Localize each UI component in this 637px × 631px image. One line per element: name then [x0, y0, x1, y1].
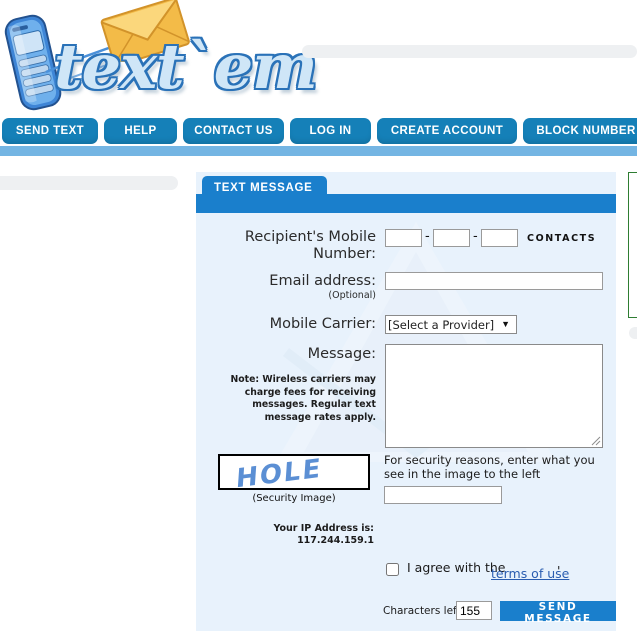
email-input[interactable] — [385, 272, 603, 290]
left-ad-placeholder — [0, 176, 178, 190]
security-instructions: For security reasons, enter what you see… — [384, 453, 595, 481]
nav-help[interactable]: HELP — [104, 118, 177, 144]
characters-left-label: Characters left — [383, 605, 461, 617]
right-ad-pill — [629, 327, 637, 339]
recipient-label: Recipient's Mobile Number: — [244, 229, 376, 262]
tab-text-message[interactable]: TEXT MESSAGE — [202, 176, 327, 199]
note-label: Note: — [230, 374, 260, 385]
contacts-link[interactable]: CONTACTS — [527, 233, 596, 244]
email-optional-label: (Optional) — [328, 290, 376, 301]
phone-line-input[interactable] — [481, 229, 518, 247]
top-ad-placeholder — [302, 45, 637, 58]
logo-wordmark: text`em — [54, 30, 318, 103]
carrier-select-wrapper: [Select a Provider] ▼ — [385, 315, 517, 334]
terms-agree-checkbox[interactable] — [386, 563, 399, 576]
note-body: Wireless carriers may charge fees for re… — [244, 374, 376, 423]
ip-address-value: 117.244.159.1 — [297, 535, 374, 546]
phone-prefix-input[interactable] — [433, 229, 470, 247]
nav-log-in[interactable]: LOG IN — [290, 118, 371, 144]
characters-left-input[interactable] — [456, 601, 492, 620]
carrier-select[interactable]: [Select a Provider] — [385, 315, 517, 334]
captcha-caption: (Security Image) — [252, 493, 336, 504]
phone-separator-1: - — [425, 229, 430, 244]
nav-divider-strip — [0, 146, 637, 156]
right-ad-box — [628, 172, 637, 318]
page-root: text`em SEND TEXT HELP CONTACT US LOG IN… — [0, 0, 637, 631]
terms-suffix: ' — [557, 563, 561, 578]
main-navigation: SEND TEXT HELP CONTACT US LOG IN CREATE … — [0, 118, 637, 144]
email-label: Email address: — [269, 273, 376, 289]
nav-create-account[interactable]: CREATE ACCOUNT — [377, 118, 517, 144]
nav-contact-us[interactable]: CONTACT US — [183, 118, 284, 144]
message-label: Message: — [307, 346, 376, 362]
form-body: Recipient's Mobile Number: - - CONTACTS … — [196, 213, 616, 631]
security-code-input[interactable] — [384, 486, 502, 504]
message-textarea-wrapper — [385, 344, 603, 448]
phone-separator-2: - — [473, 229, 478, 244]
site-logo[interactable]: text`em — [4, 0, 318, 116]
ip-address-label: Your IP Address is: — [273, 523, 374, 534]
phone-area-input[interactable] — [385, 229, 422, 247]
carrier-fees-note: Note: Wireless carriers may charge fees … — [218, 374, 376, 424]
message-textarea[interactable] — [385, 344, 603, 448]
site-header: text`em — [0, 0, 637, 118]
captcha-text: HOLE — [234, 454, 324, 490]
nav-send-text[interactable]: SEND TEXT — [2, 118, 98, 144]
captcha-image: HOLE — [218, 454, 370, 490]
nav-block-number[interactable]: BLOCK NUMBER — [523, 118, 637, 144]
text-message-panel: TEXT MESSAGE Recipient's Mobile Number: … — [196, 172, 616, 631]
carrier-label: Mobile Carrier: — [269, 316, 376, 332]
send-message-button[interactable]: SEND MESSAGE — [500, 601, 616, 625]
